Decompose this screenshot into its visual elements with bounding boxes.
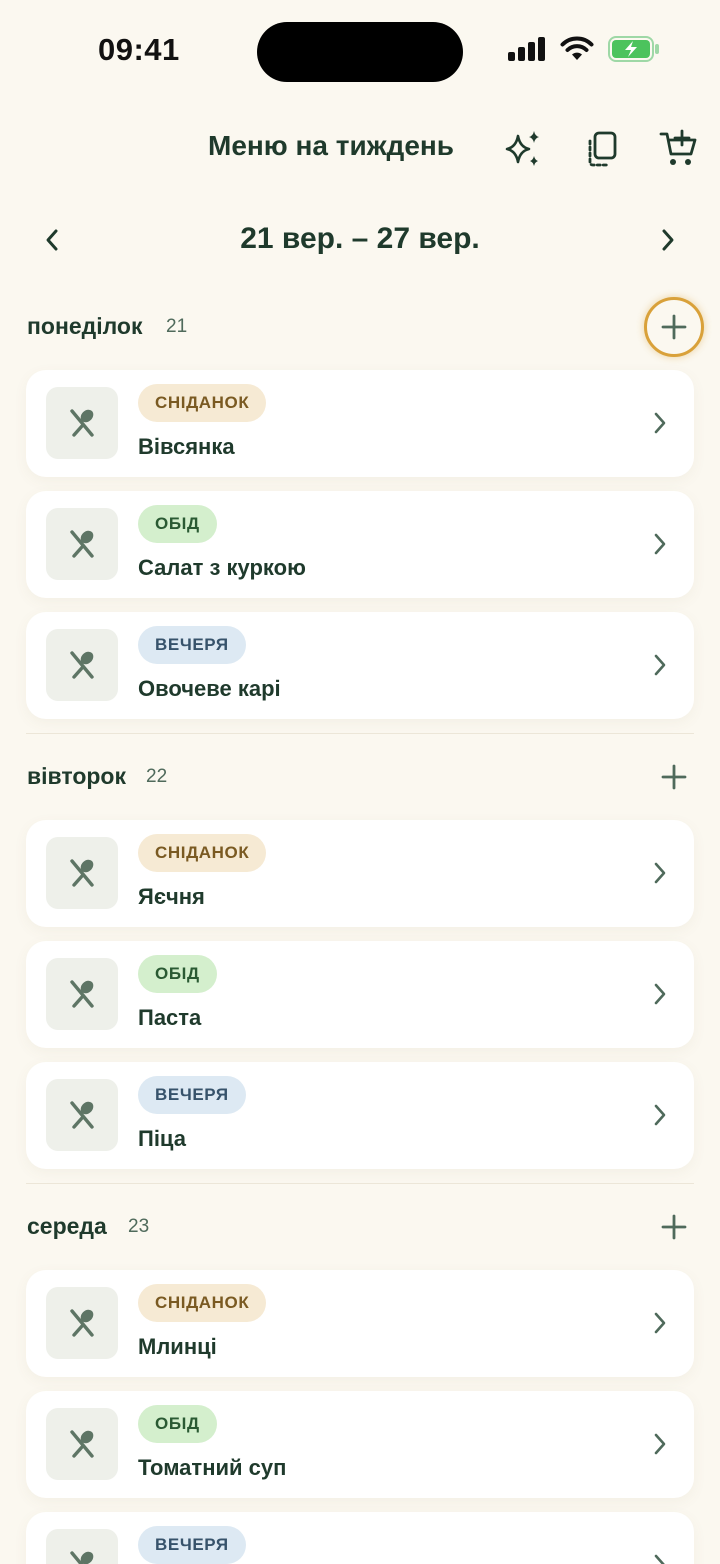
open-meal-chevron[interactable] — [646, 858, 674, 888]
meal-card[interactable]: ВЕЧЕРЯ Піца — [26, 1062, 694, 1169]
wifi-icon — [560, 36, 594, 60]
chevron-right-icon — [654, 1554, 665, 1564]
meal-thumbnail — [46, 1408, 118, 1480]
week-range-label: 21 вер. – 27 вер. — [240, 222, 480, 255]
day-header: середа 23 — [0, 1197, 720, 1257]
chevron-right-icon — [654, 983, 666, 1005]
cutlery-icon — [70, 530, 94, 558]
battery-charging-icon — [608, 36, 659, 62]
dynamic-island — [257, 22, 463, 82]
cutlery-icon — [70, 980, 94, 1008]
plus-icon — [661, 314, 687, 340]
meal-type-badge: ОБІД — [138, 1405, 217, 1443]
meal-name: Салат з куркою — [138, 555, 306, 580]
meal-card[interactable]: СНІДАНОК Млинці — [26, 1270, 694, 1377]
meal-thumbnail — [46, 629, 118, 701]
meal-thumbnail — [46, 1287, 118, 1359]
chevron-right-icon — [654, 533, 666, 555]
day-name: понеділок — [27, 313, 143, 339]
cutlery-icon — [70, 1309, 94, 1337]
chevron-right-icon — [654, 654, 666, 676]
meal-name: Яєчня — [138, 884, 205, 909]
add-meal-button[interactable] — [644, 1197, 704, 1257]
chevron-right-icon — [662, 229, 674, 251]
cutlery-icon — [70, 409, 94, 437]
open-meal-chevron[interactable] — [646, 1100, 674, 1130]
cutlery-icon — [70, 651, 94, 679]
day-name: середа — [27, 1213, 107, 1239]
cellular-signal-icon — [508, 37, 545, 61]
cutlery-icon — [70, 859, 94, 887]
meal-name: Томатний суп — [138, 1455, 287, 1480]
ai-generate-button[interactable] — [500, 126, 546, 172]
plus-icon — [661, 1214, 687, 1240]
day-date-number: 21 — [166, 316, 188, 337]
meal-thumbnail — [46, 958, 118, 1030]
next-week-button[interactable] — [646, 218, 690, 262]
meal-thumbnail — [46, 1079, 118, 1151]
meal-name: Млинці — [138, 1334, 217, 1359]
open-meal-chevron[interactable] — [646, 1308, 674, 1338]
meal-type-badge: ОБІД — [138, 505, 217, 543]
day-divider — [26, 733, 694, 734]
cart-add-icon — [659, 129, 697, 165]
meal-card[interactable]: ВЕЧЕРЯ — [26, 1512, 694, 1564]
status-bar: 09:41 — [0, 0, 720, 104]
meal-card[interactable]: ОБІД Томатний суп — [26, 1391, 694, 1498]
day-divider — [26, 1183, 694, 1184]
sparkle-icon — [505, 131, 539, 166]
meal-thumbnail — [46, 508, 118, 580]
chevron-right-icon — [654, 1312, 666, 1334]
meal-type-badge: ОБІД — [138, 955, 217, 993]
meal-thumbnail — [46, 837, 118, 909]
day-name: вівторок — [27, 763, 126, 789]
meal-type-badge: ВЕЧЕРЯ — [138, 626, 246, 664]
meal-card[interactable]: ОБІД Паста — [26, 941, 694, 1048]
meal-card[interactable]: ОБІД Салат з куркою — [26, 491, 694, 598]
day-header: вівторок 22 — [0, 747, 720, 807]
cutlery-icon — [70, 1551, 94, 1564]
meal-card[interactable]: СНІДАНОК Вівсянка — [26, 370, 694, 477]
app-header: Меню на тиждень — [0, 104, 720, 194]
meal-thumbnail — [46, 1529, 118, 1564]
meal-type-badge: ВЕЧЕРЯ — [138, 1526, 246, 1564]
meal-type-badge: ВЕЧЕРЯ — [138, 1076, 246, 1114]
chevron-right-icon — [654, 1104, 666, 1126]
copy-icon — [588, 131, 617, 167]
open-meal-chevron[interactable] — [646, 1429, 674, 1459]
status-icons — [508, 36, 660, 62]
open-meal-chevron[interactable] — [646, 1550, 674, 1564]
add-meal-button[interactable] — [644, 297, 704, 357]
meal-type-badge: СНІДАНОК — [138, 834, 267, 872]
add-to-shopping-list-button[interactable] — [656, 126, 702, 172]
meal-type-badge: СНІДАНОК — [138, 384, 267, 422]
open-meal-chevron[interactable] — [646, 408, 674, 438]
meal-type-badge: СНІДАНОК — [138, 1284, 267, 1322]
open-meal-chevron[interactable] — [646, 979, 674, 1009]
chevron-right-icon — [654, 862, 666, 884]
add-meal-button[interactable] — [644, 747, 704, 807]
meal-name: Паста — [138, 1005, 202, 1030]
open-meal-chevron[interactable] — [646, 650, 674, 680]
chevron-right-icon — [654, 412, 666, 434]
cutlery-icon — [70, 1101, 94, 1129]
plus-icon — [661, 764, 687, 790]
open-meal-chevron[interactable] — [646, 529, 674, 559]
week-navigation: 21 вер. – 27 вер. — [0, 212, 720, 268]
meal-card[interactable]: ВЕЧЕРЯ Овочеве карі — [26, 612, 694, 719]
status-time: 09:41 — [98, 32, 180, 67]
meal-card[interactable]: СНІДАНОК Яєчня — [26, 820, 694, 927]
day-date-number: 23 — [128, 1216, 150, 1237]
chevron-right-icon — [654, 1433, 666, 1455]
day-date-number: 22 — [146, 766, 168, 787]
page-title: Меню на тиждень — [208, 130, 455, 161]
meal-name: Піца — [138, 1126, 186, 1151]
cutlery-icon — [70, 1430, 94, 1458]
meal-thumbnail — [46, 387, 118, 459]
day-header: понеділок 21 — [0, 297, 720, 357]
meal-name: Овочеве карі — [138, 676, 281, 701]
meal-name: Вівсянка — [138, 434, 235, 459]
copy-menu-button[interactable] — [578, 126, 624, 172]
